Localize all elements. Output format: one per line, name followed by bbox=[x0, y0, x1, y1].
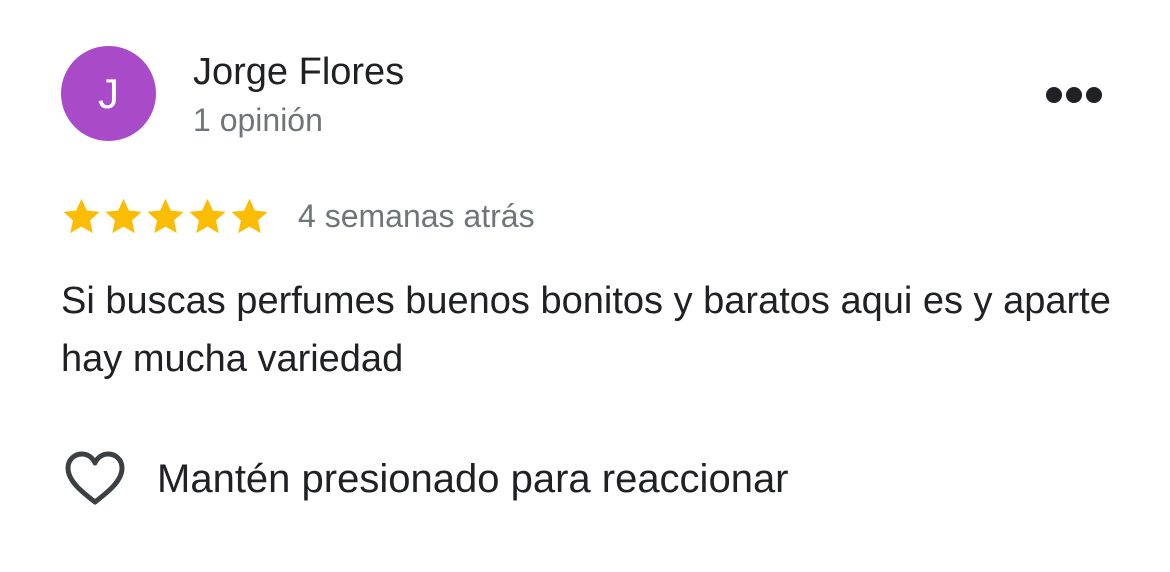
reaction-label: Mantén presionado para reaccionar bbox=[157, 457, 789, 501]
star-rating bbox=[61, 196, 270, 237]
star-icon bbox=[189, 198, 226, 233]
star-icon bbox=[231, 198, 268, 233]
review-text: Si buscas perfumes buenos bonitos y bara… bbox=[61, 280, 1111, 380]
author-name[interactable]: Jorge Flores bbox=[193, 50, 404, 94]
review-date: 4 semanas atrás bbox=[298, 198, 535, 234]
rating-row: 4 semanas atrás bbox=[61, 194, 535, 238]
author-review-count: 1 opinión bbox=[193, 102, 323, 138]
more-horizontal-icon bbox=[1046, 87, 1102, 103]
star-icon bbox=[105, 198, 142, 233]
more-options-button[interactable] bbox=[1042, 76, 1106, 114]
review-card: J Jorge Flores 1 opinión 4 semanas atrás… bbox=[0, 0, 1170, 572]
heart-outline-icon bbox=[65, 451, 125, 505]
star-icon bbox=[147, 198, 184, 233]
react-button[interactable]: Mantén presionado para reaccionar bbox=[64, 448, 789, 510]
avatar[interactable]: J bbox=[61, 46, 156, 141]
avatar-initial: J bbox=[98, 69, 119, 117]
star-icon bbox=[63, 198, 100, 233]
